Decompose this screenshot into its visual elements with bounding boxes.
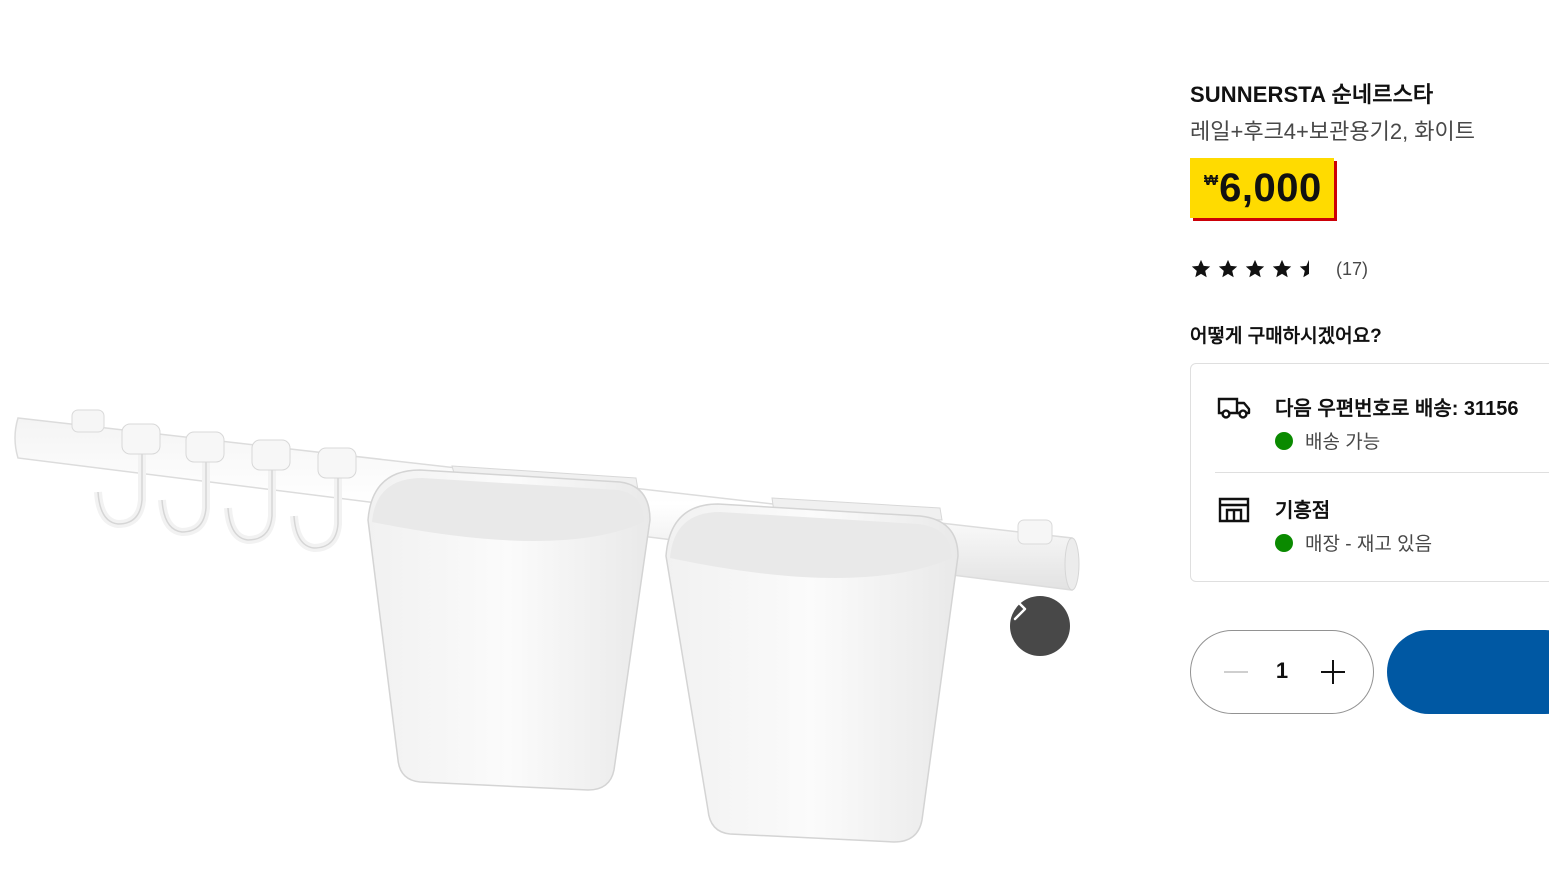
price-amount: 6,000: [1219, 166, 1322, 210]
delivery-status: 배송 가능: [1275, 427, 1380, 454]
product-info-panel: SUNNERSTA 순네르스타 레일+후크4+보관용기2, 화이트 ₩ 6,00…: [1190, 0, 1549, 891]
options-divider: [1215, 472, 1549, 473]
next-image-button[interactable]: [1010, 596, 1070, 656]
availability-dot-icon: [1275, 533, 1293, 552]
product-image-gallery: [0, 0, 1120, 891]
star-icon: [1298, 258, 1320, 279]
store-status-text: 매장 - 재고 있음: [1305, 534, 1433, 555]
review-count: (17): [1336, 258, 1369, 279]
purchase-method-heading: 어떻게 구매하시겠어요?: [1190, 326, 1382, 347]
product-image: [14, 409, 1080, 843]
store-status: 매장 - 재고 있음: [1275, 529, 1432, 556]
quantity-stepper: 1: [1190, 630, 1374, 714]
star-icon: [1218, 259, 1238, 278]
plus-icon[interactable]: [1313, 651, 1353, 693]
product-title: SUNNERSTA 순네르스타: [1190, 82, 1434, 107]
availability-dot-icon: [1275, 431, 1293, 450]
star-icon: [1245, 259, 1265, 278]
purchase-options: 다음 우편번호로 배송: 31156 배송 가능 기흥점 매장 - 재고 있음: [1190, 363, 1549, 582]
product-description: 레일+후크4+보관용기2, 화이트: [1190, 119, 1476, 144]
add-to-cart-button[interactable]: [1387, 630, 1549, 714]
delivery-title: 다음 우편번호로 배송: 31156: [1275, 398, 1519, 420]
currency-symbol: ₩: [1204, 172, 1219, 189]
store-title: 기흥점: [1275, 500, 1331, 522]
star-icon: [1191, 259, 1211, 278]
delivery-status-text: 배송 가능: [1305, 432, 1381, 453]
minus-icon[interactable]: [1219, 651, 1259, 693]
rating-stars: [1190, 258, 1320, 280]
store-icon: [1218, 497, 1250, 523]
star-icon: [1272, 259, 1292, 278]
quantity-value: 1: [1275, 658, 1289, 683]
truck-icon: [1217, 397, 1251, 419]
product-rating[interactable]: (17): [1190, 258, 1368, 280]
chevron-right-icon: [1013, 597, 1027, 621]
price-tag: ₩ 6,000: [1190, 158, 1334, 218]
